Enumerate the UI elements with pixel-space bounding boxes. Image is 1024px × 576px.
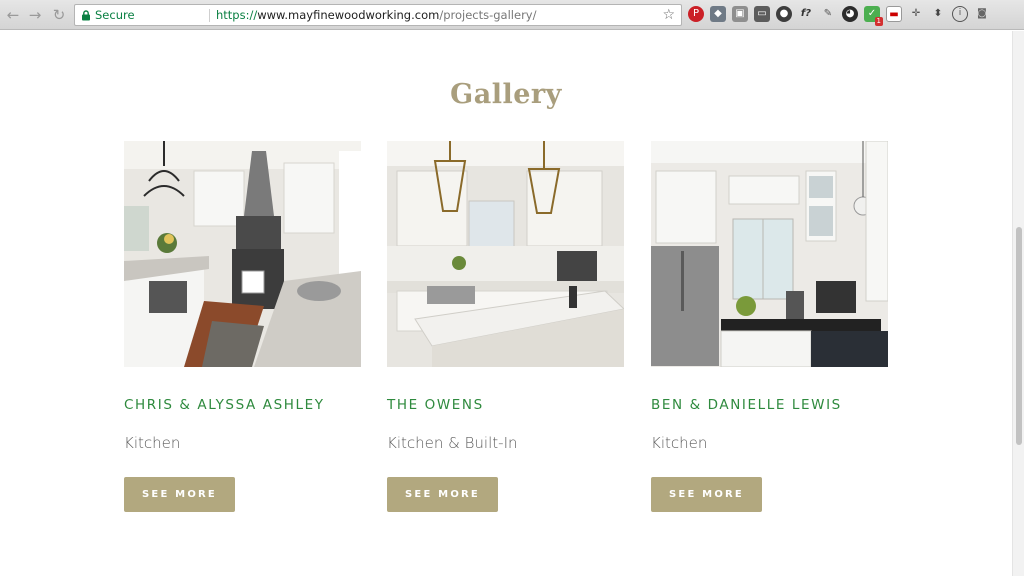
see-more-button[interactable]: SEE MORE	[124, 477, 235, 512]
scrollbar-thumb[interactable]	[1016, 227, 1022, 445]
see-more-button[interactable]: SEE MORE	[387, 477, 498, 512]
extension-icon[interactable]: ▣	[732, 6, 748, 22]
pinterest-icon[interactable]: P	[688, 6, 704, 22]
lock-icon	[82, 10, 90, 21]
jump-icon[interactable]: ⬍	[930, 6, 946, 22]
kitchen-photo-image	[124, 141, 361, 367]
project-card: BEN & DANIELLE LEWIS Kitchen SEE MORE	[651, 141, 888, 512]
page-title: Gallery	[450, 79, 562, 110]
color-wheel-icon[interactable]: ●	[776, 6, 792, 22]
extensions-bar: P ◆ ▣ ▭ ● f? ✎ ◕ ✓ 1 ▬ ✛ ⬍ i ◙	[688, 6, 990, 26]
info-icon[interactable]: i	[952, 6, 968, 22]
font-finder-icon[interactable]: f?	[798, 6, 814, 22]
url-text[interactable]: https://www.mayfinewoodworking.com/proje…	[216, 5, 536, 25]
notification-badge: 1	[874, 17, 883, 26]
calendar-icon[interactable]: ▬	[886, 6, 902, 22]
crosshair-icon[interactable]: ✛	[908, 6, 924, 22]
project-card: THE OWENS Kitchen & Built-In SEE MORE	[387, 141, 624, 512]
panda-icon[interactable]: ◕	[842, 6, 858, 22]
project-name[interactable]: THE OWENS	[387, 397, 624, 413]
secure-label: Secure	[95, 8, 135, 22]
project-photo[interactable]	[387, 141, 624, 367]
address-bar[interactable]: Secure https://www.mayfinewoodworking.co…	[74, 4, 682, 26]
see-more-button[interactable]: SEE MORE	[651, 477, 762, 512]
checker-icon[interactable]: ✓ 1	[864, 6, 883, 26]
url-scheme: https://	[216, 8, 258, 22]
kitchen-photo-image	[651, 141, 888, 367]
project-name[interactable]: CHRIS & ALYSSA ASHLEY	[124, 397, 361, 413]
url-host: www.mayfinewoodworking.com	[257, 8, 440, 22]
page-content: Gallery CHRIS & ALYSSA ASHLEY Kitchen SE…	[0, 31, 1012, 576]
project-photo[interactable]	[124, 141, 361, 367]
project-name[interactable]: BEN & DANIELLE LEWIS	[651, 397, 888, 413]
browser-toolbar: ← → ↻ Secure https://www.mayfinewoodwork…	[0, 0, 1024, 30]
url-path: /projects-gallery/	[439, 8, 537, 22]
project-photo[interactable]	[651, 141, 888, 367]
forward-arrow-icon[interactable]: →	[26, 6, 44, 24]
back-arrow-icon[interactable]: ←	[4, 6, 22, 24]
vertical-scrollbar[interactable]	[1012, 31, 1024, 576]
kitchen-photo-image	[387, 141, 624, 367]
dropbox-icon[interactable]: ◆	[710, 6, 726, 22]
eyedropper-icon[interactable]: ✎	[820, 6, 836, 22]
reload-icon[interactable]: ↻	[50, 6, 68, 24]
project-card: CHRIS & ALYSSA ASHLEY Kitchen SEE MORE	[124, 141, 361, 512]
camera-icon[interactable]: ◙	[974, 6, 990, 22]
screen-capture-icon[interactable]: ▭	[754, 6, 770, 22]
project-type: Kitchen	[124, 434, 181, 452]
project-type: Kitchen	[651, 434, 708, 452]
bookmark-star-icon[interactable]: ☆	[662, 5, 675, 25]
url-separator	[209, 9, 210, 22]
project-type: Kitchen & Built-In	[387, 434, 518, 452]
